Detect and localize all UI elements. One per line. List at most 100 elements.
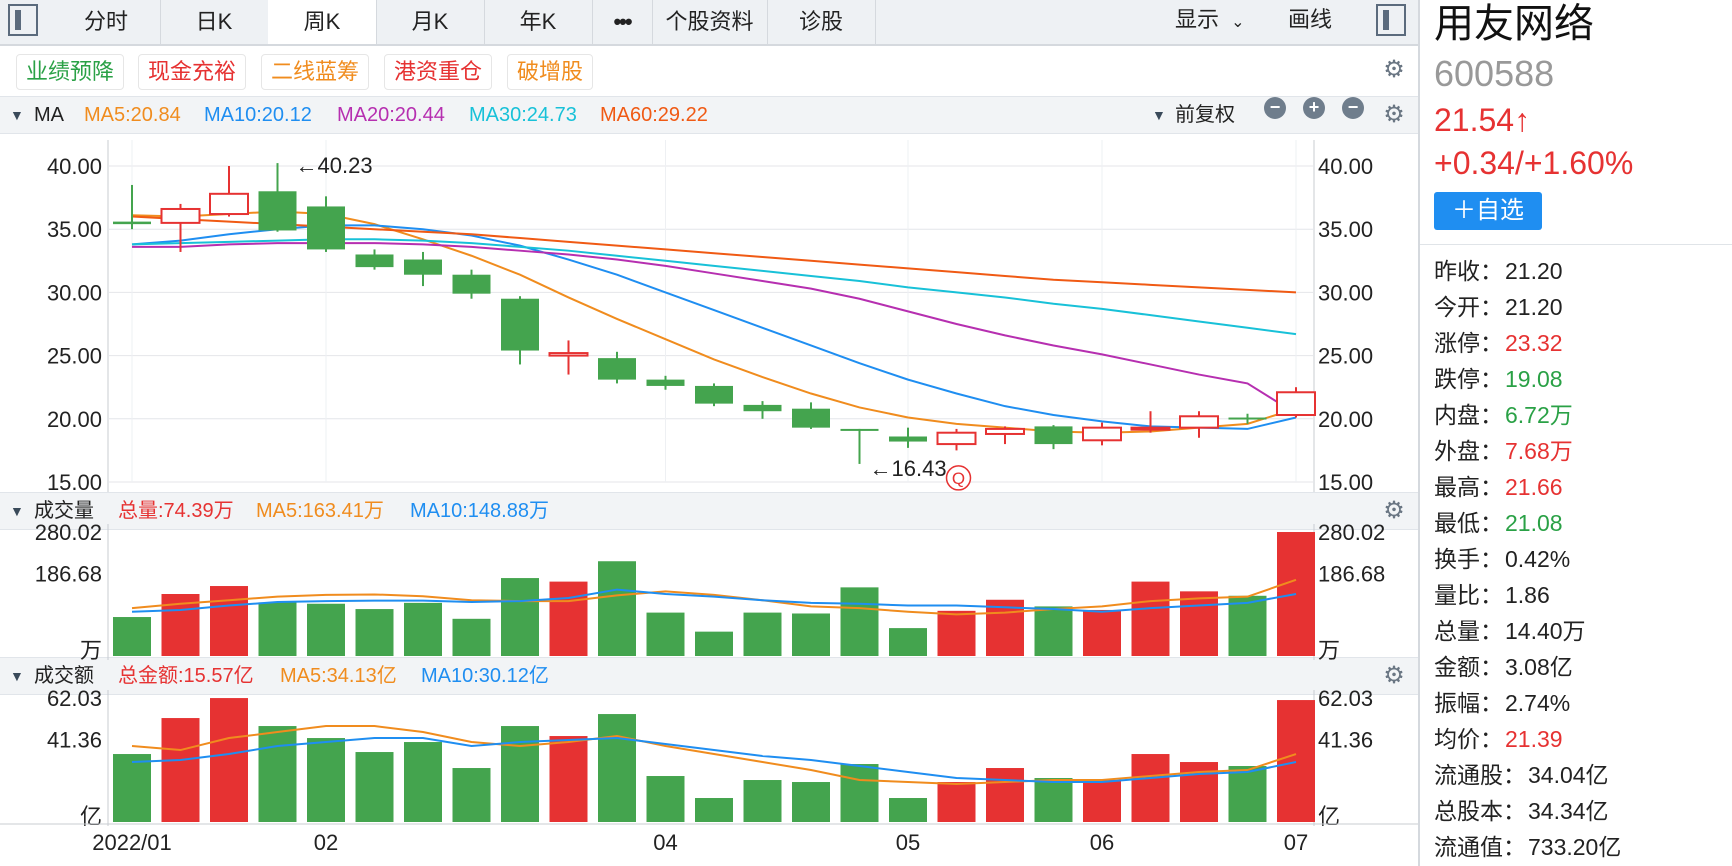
period-tabbar: 分时 日K 周K 月K 年K ••• 个股资料 诊股 显示 ⌄ 画线 bbox=[0, 0, 1418, 46]
ma30-value: MA30:24.73 bbox=[469, 104, 577, 126]
quote-row-label: 流通股： bbox=[1434, 762, 1526, 788]
remove-indicator-icon[interactable]: − bbox=[1342, 97, 1364, 119]
amount-bar bbox=[937, 782, 976, 822]
amount-bar bbox=[549, 736, 588, 822]
tag-cash-rich[interactable]: 现金充裕 bbox=[138, 54, 247, 90]
candle-body bbox=[113, 221, 151, 225]
price-tick-label-left: 40.00 bbox=[47, 154, 102, 179]
amount-unit-right: 亿 bbox=[1318, 804, 1340, 829]
quote-row-value: 0.42% bbox=[1505, 546, 1571, 572]
series-line-ma10 bbox=[131, 224, 1297, 430]
price-tick-label-right: 20.00 bbox=[1318, 407, 1373, 432]
display-label: 显示 bbox=[1175, 7, 1220, 32]
toggle-left-panel-icon[interactable] bbox=[8, 4, 38, 36]
quote-row-value: 23.32 bbox=[1505, 330, 1563, 356]
tab-stock-profile[interactable]: 个股资料 bbox=[652, 0, 768, 44]
quote-row-label: 量比： bbox=[1434, 582, 1503, 608]
price-tick-label-right: 35.00 bbox=[1318, 217, 1373, 242]
series-line-ma20 bbox=[132, 242, 1297, 415]
amount-bar bbox=[113, 754, 151, 822]
quote-row: 总量：14.40万 bbox=[1434, 616, 1586, 646]
quote-row-value: 21.39 bbox=[1505, 726, 1563, 752]
quote-row-label: 振幅： bbox=[1434, 690, 1503, 716]
tab-diagnosis[interactable]: 诊股 bbox=[767, 0, 876, 44]
volume-bar bbox=[355, 609, 394, 656]
amount-total: 总金额:15.57亿 bbox=[118, 665, 254, 687]
candle-body bbox=[258, 191, 297, 231]
candle-body bbox=[548, 352, 589, 357]
amount-label: 成交额 bbox=[34, 665, 94, 687]
current-price: 21.54↑ bbox=[1434, 102, 1531, 138]
volume-bar bbox=[452, 618, 491, 656]
amount-bar bbox=[355, 752, 394, 822]
quote-row-label: 内盘： bbox=[1434, 402, 1503, 428]
tab-daily-k[interactable]: 日K bbox=[160, 0, 269, 44]
chevron-down-icon[interactable]: ▼ bbox=[1152, 97, 1166, 133]
draw-line-button[interactable]: 画线 bbox=[1288, 0, 1332, 44]
amount-ma5: MA5:34.13亿 bbox=[280, 665, 397, 687]
display-menu[interactable]: 显示 ⌄ bbox=[1175, 0, 1245, 44]
tab-weekly-k[interactable]: 周K bbox=[268, 0, 377, 44]
quote-row-label: 最低： bbox=[1434, 510, 1503, 536]
amount-bar bbox=[258, 726, 297, 822]
collapse-chevron-icon[interactable]: ▼ bbox=[10, 493, 24, 529]
volume-ma5-line bbox=[131, 578, 1297, 616]
gear-icon[interactable]: ⚙ bbox=[1382, 103, 1406, 127]
amount-bar bbox=[598, 714, 636, 822]
candle-body bbox=[743, 404, 782, 412]
amount-bar bbox=[646, 776, 685, 822]
tag-below-offer-price[interactable]: 破增股 bbox=[507, 54, 594, 90]
gear-icon[interactable]: ⚙ bbox=[1382, 499, 1406, 523]
gear-icon[interactable]: ⚙ bbox=[1382, 664, 1406, 688]
ma5-value: MA5:20.84 bbox=[84, 104, 181, 126]
collapse-chevron-icon[interactable]: ▼ bbox=[10, 97, 24, 133]
quote-row-value: 6.72万 bbox=[1505, 402, 1573, 428]
volume-bar bbox=[937, 610, 976, 656]
adjust-mode-select[interactable]: 前复权 bbox=[1175, 97, 1235, 133]
x-tick-label: 2022/01 bbox=[92, 830, 172, 855]
quote-row: 最高：21.66 bbox=[1434, 472, 1563, 502]
tag-second-tier-bluechip[interactable]: 二线蓝筹 bbox=[261, 54, 370, 90]
q-marker-label: Q bbox=[952, 469, 965, 488]
more-tabs-button[interactable]: ••• bbox=[592, 0, 653, 44]
quote-row-value: 21.66 bbox=[1505, 474, 1563, 500]
quote-row: 总股本：34.34亿 bbox=[1434, 796, 1609, 826]
candle-body bbox=[1276, 391, 1316, 417]
amount-bar bbox=[792, 782, 830, 822]
candle-body bbox=[646, 379, 685, 386]
collapse-chevron-icon[interactable]: ▼ bbox=[10, 658, 24, 694]
volume-bar bbox=[501, 578, 539, 656]
zoom-out-icon[interactable]: − bbox=[1264, 97, 1286, 119]
add-watchlist-button[interactable]: ＋自选 bbox=[1434, 192, 1542, 230]
amount-bar bbox=[307, 738, 345, 822]
quote-row: 内盘：6.72万 bbox=[1434, 400, 1573, 430]
tab-intraday[interactable]: 分时 bbox=[52, 0, 161, 44]
quote-row-label: 外盘： bbox=[1434, 438, 1503, 464]
ma60-value: MA60:29.22 bbox=[600, 104, 708, 126]
volume-bar bbox=[889, 628, 927, 656]
amount-bar bbox=[889, 798, 927, 822]
quote-row-value: 1.86 bbox=[1505, 582, 1550, 608]
quote-row-value: 7.68万 bbox=[1505, 438, 1573, 464]
tab-monthly-k[interactable]: 月K bbox=[376, 0, 485, 44]
tab-yearly-k[interactable]: 年K bbox=[484, 0, 593, 44]
candle-body bbox=[792, 408, 830, 428]
tag-performance-decline[interactable]: 业绩预降 bbox=[16, 54, 125, 90]
quote-row: 金额：3.08亿 bbox=[1434, 652, 1573, 682]
volume-bar bbox=[258, 602, 297, 656]
candle-body bbox=[1130, 426, 1171, 431]
quote-row: 涨停：23.32 bbox=[1434, 328, 1563, 358]
amount-bar bbox=[695, 798, 733, 822]
volume-tick-label-right: 186.68 bbox=[1318, 561, 1385, 586]
volume-bar bbox=[598, 561, 636, 656]
price-tick-label-left: 25.00 bbox=[47, 344, 102, 369]
gear-icon[interactable]: ⚙ bbox=[1382, 58, 1406, 82]
quote-row: 外盘：7.68万 bbox=[1434, 436, 1573, 466]
volume-bar bbox=[404, 602, 442, 656]
toggle-right-panel-icon[interactable] bbox=[1376, 4, 1406, 36]
tag-hk-capital-heavy[interactable]: 港资重仓 bbox=[384, 54, 493, 90]
candle-body bbox=[160, 207, 201, 224]
candle-body bbox=[1082, 426, 1122, 442]
quote-row-label: 流通值： bbox=[1434, 834, 1526, 860]
zoom-in-icon[interactable]: + bbox=[1303, 97, 1325, 119]
